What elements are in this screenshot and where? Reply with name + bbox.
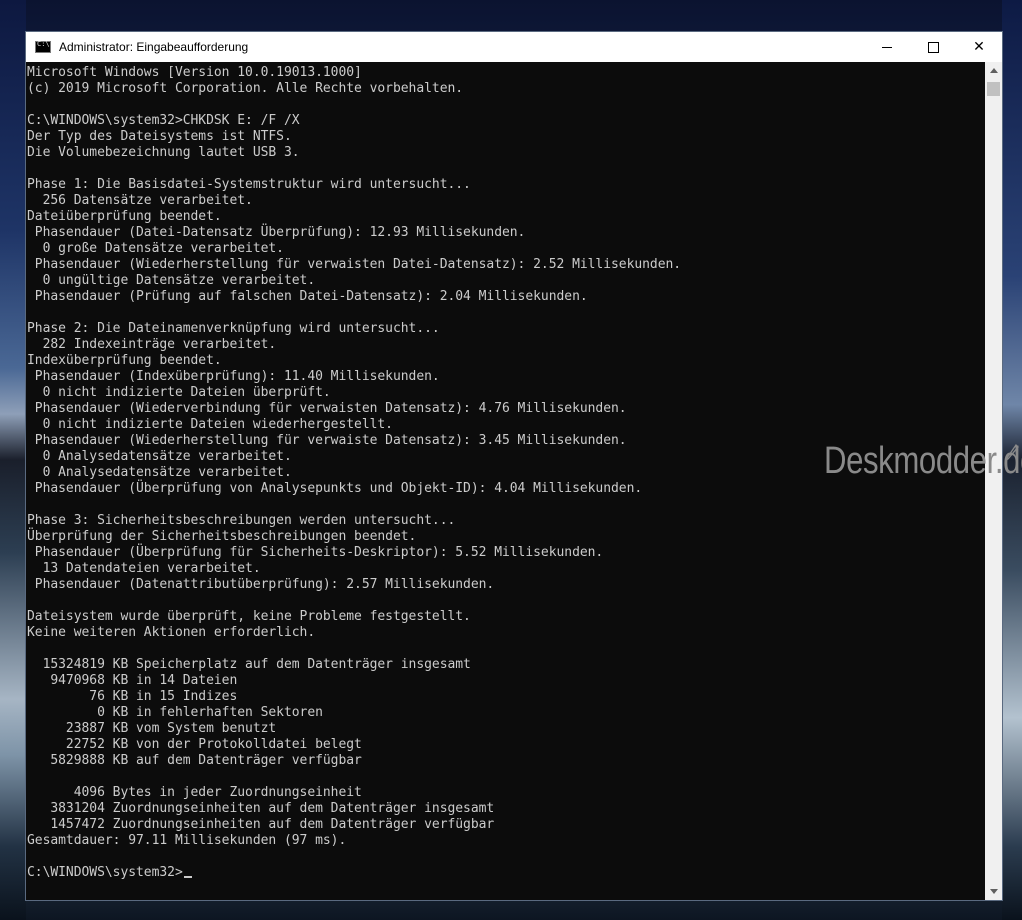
console-line: Phasendauer (Wiederherstellung für verwa… <box>27 257 682 272</box>
pencil-icon <box>1004 443 1019 461</box>
console-line: 256 Datensätze verarbeitet. <box>27 193 253 208</box>
console-line: Der Typ des Dateisystems ist NTFS. <box>27 129 292 144</box>
console-line: 5829888 KB auf dem Datenträger verfügbar <box>27 753 362 768</box>
cmd-icon[interactable] <box>35 40 51 53</box>
console-line: 22752 KB von der Protokolldatei belegt <box>27 737 362 752</box>
console-line: 0 nicht indizierte Dateien wiederhergest… <box>27 417 393 432</box>
console-line: Phasendauer (Datei-Datensatz Überprüfung… <box>27 225 526 240</box>
arrow-up-icon <box>989 68 998 73</box>
prompt-text: C:\WINDOWS\system32> <box>27 865 183 880</box>
console-line: 1457472 Zuordnungseinheiten auf dem Date… <box>27 817 495 832</box>
window-controls: ✕ <box>864 32 1002 62</box>
console-line: 3831204 Zuordnungseinheiten auf dem Date… <box>27 801 495 816</box>
console-line: 0 große Datensätze verarbeitet. <box>27 241 284 256</box>
console-line: Keine weiteren Aktionen erforderlich. <box>27 625 316 640</box>
close-icon: ✕ <box>973 39 985 55</box>
window-title: Administrator: Eingabeaufforderung <box>59 40 249 54</box>
console-line: 0 nicht indizierte Dateien überprüft. <box>27 385 331 400</box>
console-line: Phasendauer (Überprüfung für Sicherheits… <box>27 545 604 560</box>
console-line: Indexüberprüfung beendet. <box>27 353 222 368</box>
console-line: Phase 2: Die Dateinamenverknüpfung wird … <box>27 321 440 336</box>
console-line: Gesamtdauer: 97.11 Millisekunden (97 ms)… <box>27 833 347 848</box>
console-line: Phase 1: Die Basisdatei-Systemstruktur w… <box>27 177 471 192</box>
watermark: Deskmodder.de <box>824 440 1022 482</box>
console-line: Phasendauer (Überprüfung von Analysepunk… <box>27 481 643 496</box>
close-button[interactable]: ✕ <box>956 32 1002 62</box>
console-line: Microsoft Windows [Version 10.0.19013.10… <box>27 65 362 80</box>
console-line: 9470968 KB in 14 Dateien <box>27 673 238 688</box>
console-line: 4096 Bytes in jeder Zuordnungseinheit <box>27 785 362 800</box>
desktop-wallpaper-left <box>0 0 26 920</box>
console-line: Phasendauer (Wiederverbindung für verwai… <box>27 401 627 416</box>
maximize-button[interactable] <box>910 32 956 62</box>
console-line: Dateiüberprüfung beendet. <box>27 209 222 224</box>
console-line: 23887 KB vom System benutzt <box>27 721 277 736</box>
console-line: (c) 2019 Microsoft Corporation. Alle Rec… <box>27 81 464 96</box>
console-line: 0 KB in fehlerhaften Sektoren <box>27 705 323 720</box>
console-line: 13 Datendateien verarbeitet. <box>27 561 261 576</box>
minimize-button[interactable] <box>864 32 910 62</box>
title-bar[interactable]: Administrator: Eingabeaufforderung ✕ <box>26 32 1002 62</box>
console-line: Phasendauer (Datenattributüberprüfung): … <box>27 577 495 592</box>
scroll-up-button[interactable] <box>985 62 1002 79</box>
console-line: Phase 3: Sicherheitsbeschreibungen werde… <box>27 513 456 528</box>
console-line: Die Volumebezeichnung lautet USB 3. <box>27 145 300 160</box>
console-line: 0 ungültige Datensätze verarbeitet. <box>27 273 316 288</box>
command-prompt[interactable]: C:\WINDOWS\system32> <box>27 865 985 881</box>
console-line: Phasendauer (Indexüberprüfung): 11.40 Mi… <box>27 369 440 384</box>
console-line: 15324819 KB Speicherplatz auf dem Datent… <box>27 657 471 672</box>
console-line: Überprüfung der Sicherheitsbeschreibunge… <box>27 529 417 544</box>
minimize-icon <box>882 46 892 48</box>
console-line: Phasendauer (Prüfung auf falschen Datei-… <box>27 289 588 304</box>
console-line: C:\WINDOWS\system32>CHKDSK E: /F /X <box>27 113 300 128</box>
text-cursor <box>183 876 192 878</box>
console-line: 76 KB in 15 Indizes <box>27 689 238 704</box>
scroll-thumb[interactable] <box>987 82 1000 96</box>
maximize-icon <box>927 41 939 53</box>
console-line: Dateisystem wurde überprüft, keine Probl… <box>27 609 471 624</box>
arrow-down-icon <box>989 889 998 894</box>
scroll-down-button[interactable] <box>985 883 1002 900</box>
console-line: 282 Indexeinträge verarbeitet. <box>27 337 277 352</box>
